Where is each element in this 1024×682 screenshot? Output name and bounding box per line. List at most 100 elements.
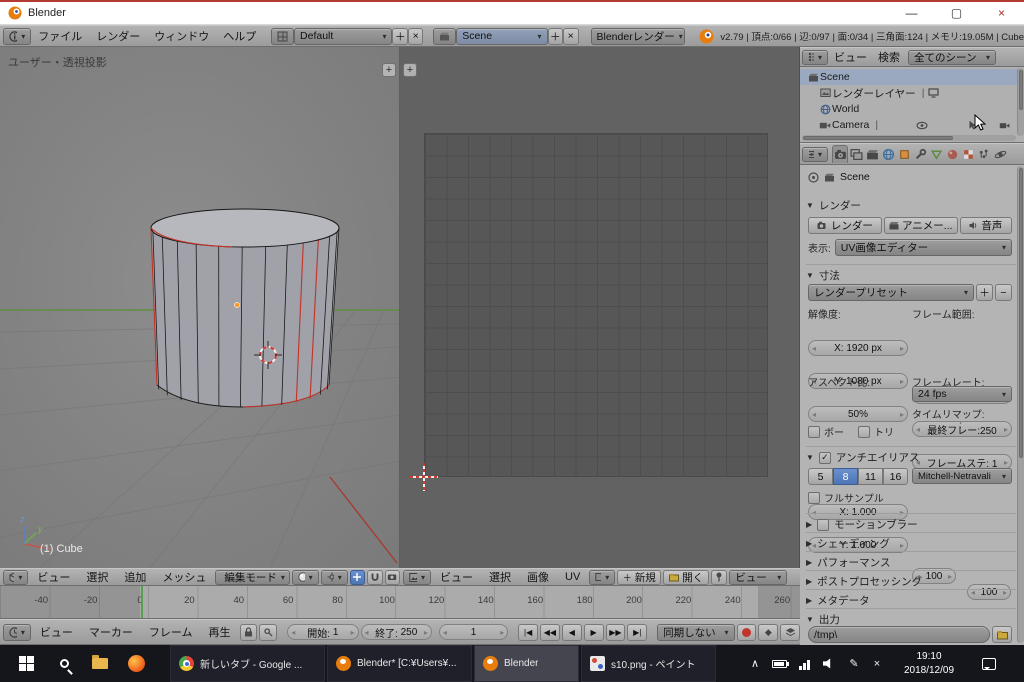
- uv-menu-uv[interactable]: UV: [558, 571, 587, 583]
- menu-file[interactable]: ファイル: [31, 28, 89, 44]
- panel-header-output[interactable]: ▼ 出力: [806, 608, 1016, 627]
- tab-scene[interactable]: [864, 145, 880, 163]
- taskbar-app-chrome[interactable]: 新しいタブ - Google ...: [170, 645, 325, 682]
- snap-magnet-button[interactable]: [367, 570, 382, 585]
- panel-header-post-processing[interactable]: ▶ ポストプロセッシング: [806, 570, 1016, 589]
- menu-window[interactable]: ウィンドウ: [147, 28, 216, 44]
- play-button[interactable]: ▶: [584, 624, 604, 641]
- tab-render[interactable]: [832, 145, 848, 163]
- jump-to-start-button[interactable]: |◀: [518, 624, 538, 641]
- editor-type-info-icon[interactable]: ▾: [3, 28, 31, 45]
- stepper-decrement-icon[interactable]: ◂: [812, 344, 816, 353]
- taskbar-app-paint[interactable]: s10.png - ペイント: [581, 645, 716, 682]
- outliner-row-render-layers[interactable]: レンダーレイヤー |: [800, 85, 1018, 101]
- render-display-select[interactable]: UV画像エディター ▾: [835, 239, 1012, 256]
- pin-id-icon[interactable]: [808, 172, 819, 183]
- file-browse-folder-icon[interactable]: [992, 626, 1012, 643]
- tab-world[interactable]: [880, 145, 896, 163]
- uv-menu-view[interactable]: ビュー: [433, 569, 480, 585]
- frame-start-field[interactable]: ◂ 開始: 1 ▸: [287, 624, 358, 640]
- tray-hidden-icons-chevron[interactable]: ∧: [744, 645, 766, 682]
- stepper-increment-icon[interactable]: ▸: [1004, 425, 1008, 434]
- tab-material[interactable]: [944, 145, 960, 163]
- minimize-button[interactable]: —: [889, 2, 934, 25]
- render-still-button[interactable]: レンダー: [808, 217, 882, 234]
- image-browse-select[interactable]: ▾: [589, 570, 615, 585]
- pen-input-icon[interactable]: ✎: [843, 645, 865, 682]
- menu-help[interactable]: ヘルプ: [216, 28, 263, 44]
- delete-layout-button[interactable]: ×: [408, 28, 424, 45]
- network-signal-icon[interactable]: [793, 645, 815, 682]
- tl-menu-view[interactable]: ビュー: [33, 624, 80, 640]
- maximize-button[interactable]: ▢: [934, 2, 979, 25]
- add-scene-button[interactable]: ＋: [548, 28, 564, 45]
- current-frame-marker[interactable]: [141, 586, 143, 619]
- start-button[interactable]: [8, 645, 44, 682]
- jump-to-end-button[interactable]: ▶|: [627, 624, 647, 641]
- pin-icon[interactable]: [711, 570, 727, 585]
- stepper-increment-icon[interactable]: ▸: [424, 628, 428, 637]
- screen-layout-select[interactable]: Default ▾: [294, 28, 392, 45]
- image-new-button[interactable]: ＋新規: [617, 570, 661, 585]
- autokey-mode-icon[interactable]: ◆: [758, 624, 778, 641]
- panel-header-performance[interactable]: ▶ パフォーマンス: [806, 551, 1016, 570]
- tab-object-data[interactable]: [928, 145, 944, 163]
- preset-remove-button[interactable]: −: [995, 284, 1012, 301]
- antialiasing-checkbox[interactable]: ✓: [819, 452, 831, 464]
- render-engine-select[interactable]: Blenderレンダー ▾: [591, 28, 686, 45]
- panel-header-shading[interactable]: ▶ シェーディング: [806, 532, 1016, 551]
- uv-menu-image[interactable]: 画像: [520, 569, 556, 585]
- stepper-decrement-icon[interactable]: ◂: [291, 628, 295, 637]
- v3d-menu-mesh[interactable]: メッシュ: [155, 569, 213, 585]
- monitor-icon[interactable]: [928, 88, 939, 98]
- uv-image-editor[interactable]: +: [400, 47, 800, 568]
- render-preset-select[interactable]: レンダープリセット ▾: [808, 284, 974, 301]
- tl-menu-marker[interactable]: マーカー: [82, 624, 140, 640]
- next-keyframe-button[interactable]: ▶▶: [606, 624, 626, 641]
- aa-filter-select[interactable]: Mitchell-Netravali ▾: [912, 468, 1012, 484]
- stepper-decrement-icon[interactable]: ◂: [443, 628, 447, 637]
- preset-add-button[interactable]: ＋: [976, 284, 993, 301]
- frame-end-field[interactable]: ◂ 最終フレー:250 ▸: [912, 421, 1012, 437]
- tab-physics[interactable]: [992, 145, 1008, 163]
- full-sample-checkbox[interactable]: [808, 492, 820, 504]
- properties-vertical-scrollbar[interactable]: [1017, 166, 1024, 643]
- stepper-increment-icon[interactable]: ▸: [900, 344, 904, 353]
- firefox-button[interactable]: [120, 645, 152, 682]
- uv-image-canvas[interactable]: [424, 133, 768, 477]
- taskbar-app-blender-active[interactable]: Blender: [474, 645, 579, 682]
- uv-pivot-select[interactable]: ビュー ▾: [729, 570, 787, 585]
- resolution-x-field[interactable]: ◂ X: 1920 px ▸: [808, 340, 908, 356]
- uv-menu-select[interactable]: 選択: [482, 569, 518, 585]
- tab-particles[interactable]: [976, 145, 992, 163]
- visibility-eye-icon[interactable]: [916, 121, 928, 130]
- tl-menu-frame[interactable]: フレーム: [142, 624, 200, 640]
- region-expand-plus-icon[interactable]: +: [403, 63, 417, 77]
- viewport-3d[interactable]: x y z ユーザー・透視投影 (1) Cube +: [0, 47, 400, 568]
- tab-object[interactable]: [896, 145, 912, 163]
- taskbar-app-blender-file[interactable]: Blender* [C:¥Users¥...: [327, 645, 472, 682]
- outliner-menu-search[interactable]: 検索: [873, 49, 905, 65]
- stepper-decrement-icon[interactable]: ◂: [916, 425, 920, 434]
- outliner-filter-select[interactable]: 全てのシーン ▾: [908, 50, 996, 65]
- editor-type-properties-icon[interactable]: ▾: [802, 147, 828, 162]
- scene-select[interactable]: Scene ▾: [456, 28, 547, 45]
- panel-header-dimensions[interactable]: ▼ 寸法: [806, 264, 1016, 283]
- action-center-button[interactable]: [978, 645, 1000, 682]
- timeline-ruler[interactable]: -40-200204060801001201401601802002202402…: [0, 586, 800, 619]
- viewport-shading-select[interactable]: ▾: [292, 570, 319, 585]
- prev-keyframe-button[interactable]: ◀◀: [540, 624, 560, 641]
- menu-render[interactable]: レンダー: [89, 28, 147, 44]
- aa-samples-5-button[interactable]: 5: [808, 468, 833, 485]
- renderability-camera-icon[interactable]: [999, 121, 1010, 130]
- outliner-menu-view[interactable]: ビュー: [829, 49, 872, 65]
- file-explorer-button[interactable]: [84, 645, 116, 682]
- scene-icon[interactable]: [433, 28, 456, 45]
- sync-mode-select[interactable]: 同期しない ▾: [657, 624, 734, 641]
- panel-header-motion-blur[interactable]: ▶ モーションブラー: [806, 513, 1016, 532]
- render-audio-button[interactable]: 音声: [960, 217, 1012, 234]
- play-reverse-button[interactable]: ◀: [562, 624, 582, 641]
- stepper-increment-icon[interactable]: ▸: [900, 410, 904, 419]
- render-animation-button[interactable]: アニメー...: [884, 217, 958, 234]
- editor-type-3d-icon[interactable]: ▾: [3, 570, 28, 585]
